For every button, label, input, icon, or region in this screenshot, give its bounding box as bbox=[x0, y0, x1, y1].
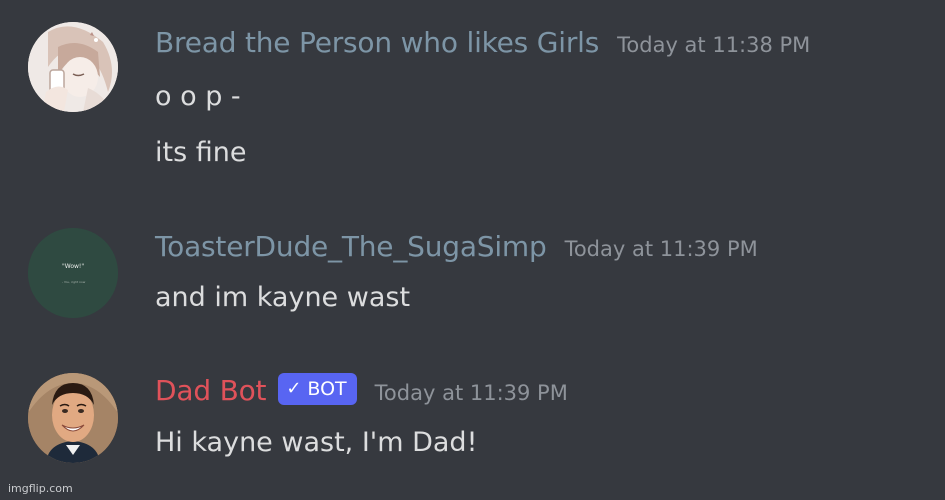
bot-badge-label: BOT bbox=[307, 377, 347, 400]
smiling-man-icon bbox=[28, 373, 118, 463]
avatar-dadbot[interactable] bbox=[28, 373, 118, 463]
verified-check-icon: ✓ bbox=[286, 378, 302, 399]
username[interactable]: Dad Bot bbox=[155, 374, 267, 407]
avatar-toasterdude[interactable]: "Wow!" - You, right now bbox=[28, 228, 118, 318]
timestamp[interactable]: Today at 11:39 PM bbox=[565, 237, 758, 261]
message-header: Dad Bot ✓ BOT Today at 11:39 PM bbox=[155, 372, 568, 407]
message-text: and im kayne wast bbox=[155, 282, 411, 313]
avatar-quote: "Wow!" bbox=[62, 263, 84, 270]
message-text: its fine bbox=[155, 137, 247, 168]
avatar-bread[interactable] bbox=[28, 22, 118, 112]
message-text: o o p - bbox=[155, 81, 241, 112]
bot-badge: ✓ BOT bbox=[278, 372, 357, 405]
message-header: Bread the Person who likes Girls Today a… bbox=[155, 26, 810, 59]
timestamp[interactable]: Today at 11:38 PM bbox=[617, 33, 810, 57]
timestamp[interactable]: Today at 11:39 PM bbox=[375, 381, 568, 405]
message-text: Hi kayne wast, I'm Dad! bbox=[155, 427, 478, 458]
chat-window: Bread the Person who likes Girls Today a… bbox=[0, 0, 945, 500]
watermark: imgflip.com bbox=[8, 482, 73, 495]
message-header: ToasterDude_The_SugaSimp Today at 11:39 … bbox=[155, 230, 758, 263]
anime-character-icon bbox=[28, 22, 118, 112]
avatar-quote-attribution: - You, right now bbox=[62, 280, 86, 284]
quote-image-icon: "Wow!" - You, right now bbox=[28, 228, 118, 318]
username[interactable]: Bread the Person who likes Girls bbox=[155, 26, 599, 59]
username[interactable]: ToasterDude_The_SugaSimp bbox=[155, 230, 547, 263]
